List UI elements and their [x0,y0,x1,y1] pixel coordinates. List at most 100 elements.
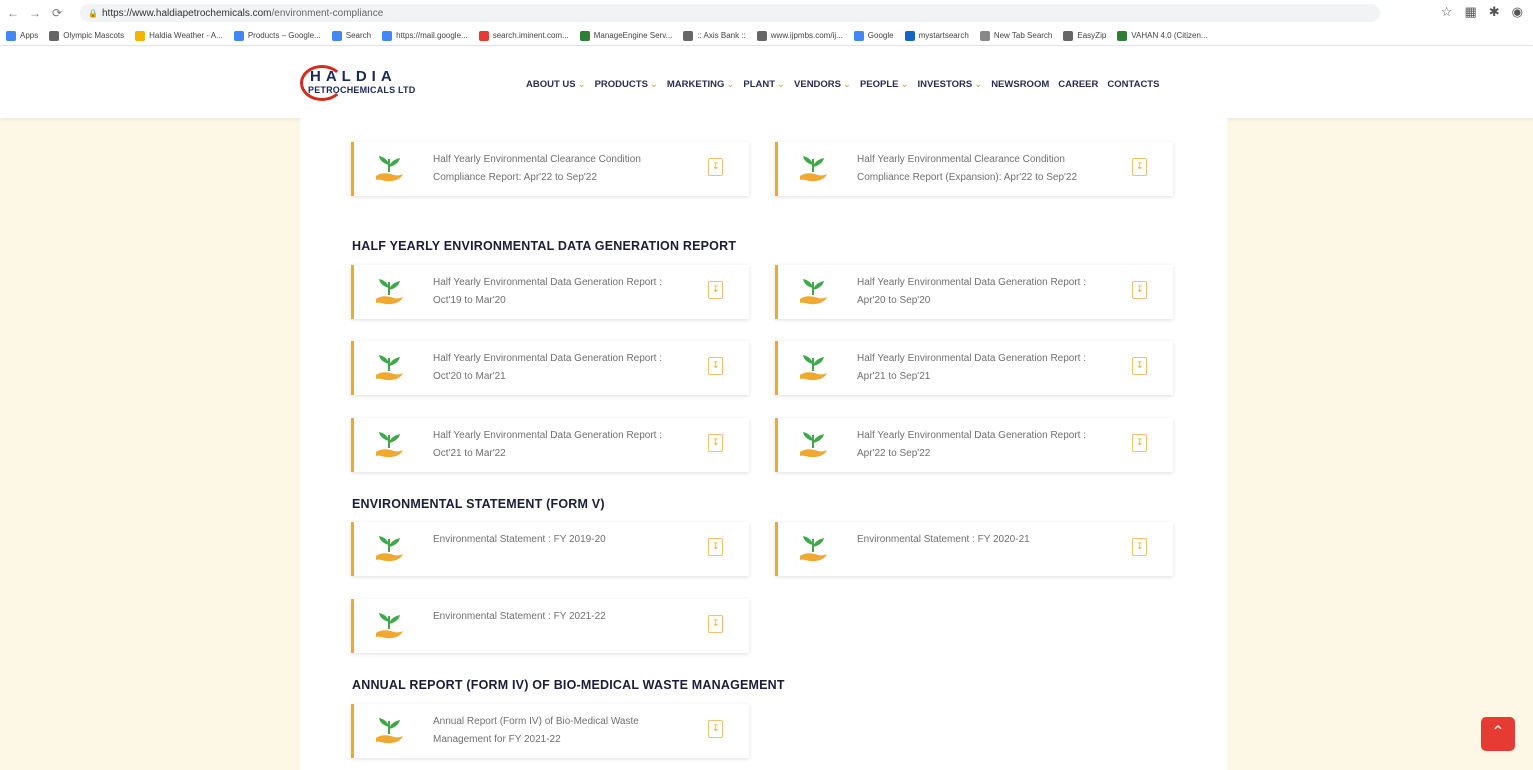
pdf-download-icon[interactable]: ↧ [708,281,723,299]
bookmark-item[interactable]: Apps [6,30,38,41]
forward-icon[interactable]: → [26,6,44,20]
bookmark-favicon-icon [579,30,590,41]
nav-item-plant[interactable]: PLANT ⌄ [743,79,785,90]
plant-hand-icon [800,432,827,458]
report-card[interactable]: Environmental Statement : FY 2021-22 ↧ [351,599,749,653]
star-icon[interactable]: ☆ [1441,4,1453,20]
bookmark-label: EasyZip [1077,31,1107,40]
bookmark-item[interactable]: EasyZip [1063,30,1107,41]
section-title-statement: ENVIRONMENTAL STATEMENT (FORM V) [352,497,605,511]
report-card[interactable]: Annual Report (Form IV) of Bio-Medical W… [351,704,749,758]
nav-item-products[interactable]: PRODUCTS ⌄ [595,79,658,90]
bookmark-item[interactable]: ManageEngine Serv... [579,30,672,41]
bookmark-item[interactable]: www.ijpmbs.com/ij... [756,30,843,41]
report-card[interactable]: Half Yearly Environmental Data Generatio… [775,341,1173,395]
bookmark-label: Products – Google... [247,31,321,40]
bookmark-item[interactable]: https://mail.google... [382,30,468,41]
bookmark-label: mystartsearch [918,31,969,40]
report-card[interactable]: Half Yearly Environmental Clearance Cond… [775,142,1173,196]
bookmark-favicon-icon [331,30,342,41]
nav-item-people[interactable]: PEOPLE ⌄ [860,79,909,90]
plant-hand-icon [376,613,403,639]
report-title: Half Yearly Environmental Data Generatio… [857,277,1087,306]
bookmark-item[interactable]: Olympic Mascots [49,30,124,41]
bookmark-item[interactable]: Google [853,30,894,41]
pdf-download-icon[interactable]: ↧ [1132,434,1147,452]
bookmark-favicon-icon [756,30,767,41]
back-icon[interactable]: ← [4,6,22,20]
nav-item-label: PLANT [743,79,776,90]
nav-item-about-us[interactable]: ABOUT US ⌄ [526,79,586,90]
address-bar[interactable]: 🔒 https://www.haldiapetrochemicals.com /… [80,4,1380,22]
bookmark-favicon-icon [6,30,16,41]
lock-icon: 🔒 [88,9,98,18]
report-title: Half Yearly Environmental Data Generatio… [857,353,1087,382]
extension-icon[interactable]: ▦ [1464,4,1476,20]
pdf-download-icon[interactable]: ↧ [1132,357,1147,375]
report-card[interactable]: Half Yearly Environmental Data Generatio… [351,265,749,319]
nav-item-label: NEWSROOM [991,79,1050,90]
bookmark-label: Google [867,31,894,40]
nav-item-label: PRODUCTS [594,79,648,90]
bookmark-label: www.ijpmbs.com/ij... [770,31,843,40]
report-title: Environmental Statement : FY 2021-22 [433,611,606,622]
account-icon[interactable]: ◉ [1512,4,1523,20]
report-title: Half Yearly Environmental Clearance Cond… [433,154,641,183]
plant-hand-icon [800,536,827,562]
scroll-top-button[interactable]: ⌃ [1481,717,1515,751]
puzzle-icon[interactable]: ✱ [1489,4,1500,20]
bookmark-item[interactable]: New Tab Search [979,30,1052,41]
report-title: Half Yearly Environmental Data Generatio… [433,430,663,459]
nav-item-label: ABOUT US [526,79,576,90]
plant-hand-icon [376,279,403,305]
pdf-download-icon[interactable]: ↧ [708,158,723,176]
pdf-download-icon[interactable]: ↧ [708,538,723,556]
logo-text-haldia: HALDIA [310,68,397,85]
report-title: Half Yearly Environmental Data Generatio… [433,353,663,382]
logo-text-petrochemicals: PETROCHEMICALS LTD [308,85,416,95]
bookmark-item[interactable]: Haldia Weather - A... [135,30,223,41]
bookmark-item[interactable]: Search [331,30,371,41]
bookmark-item[interactable]: search.iminent.com... [478,30,569,41]
pdf-download-icon[interactable]: ↧ [708,720,723,738]
report-card[interactable]: Half Yearly Environmental Data Generatio… [775,265,1173,319]
report-card[interactable]: Environmental Statement : FY 2020-21 ↧ [775,522,1173,576]
report-card[interactable]: Half Yearly Environmental Data Generatio… [775,418,1173,472]
bookmark-item[interactable]: :: Axis Bank :: [683,30,746,41]
report-card[interactable]: Environmental Statement : FY 2019-20 ↧ [351,522,749,576]
bookmark-item[interactable]: Products – Google... [233,30,321,41]
reload-icon[interactable]: ⟳ [48,6,66,20]
report-title: Half Yearly Environmental Data Generatio… [857,430,1087,459]
pdf-download-icon[interactable]: ↧ [708,434,723,452]
report-card[interactable]: Half Yearly Environmental Clearance Cond… [351,142,749,196]
nav-item-newsroom[interactable]: NEWSROOM [991,79,1049,90]
nav-item-label: INVESTORS [917,79,973,90]
plant-hand-icon [376,432,403,458]
pdf-download-icon[interactable]: ↧ [1132,158,1147,176]
bookmark-label: VAHAN 4.0 (Citizen... [1131,31,1208,40]
nav-item-career[interactable]: CAREER [1058,79,1098,90]
pdf-download-icon[interactable]: ↧ [708,615,723,633]
section-title-biomedical: ANNUAL REPORT (FORM IV) OF BIO-MEDICAL W… [352,678,785,692]
nav-item-label: PEOPLE [859,79,899,90]
pdf-download-icon[interactable]: ↧ [1132,281,1147,299]
report-card[interactable]: Half Yearly Environmental Data Generatio… [351,341,749,395]
pdf-download-icon[interactable]: ↧ [708,357,723,375]
report-card[interactable]: Half Yearly Environmental Data Generatio… [351,418,749,472]
nav-item-vendors[interactable]: VENDORS ⌄ [794,79,851,90]
pdf-download-icon[interactable]: ↧ [1132,538,1147,556]
bookmark-item[interactable]: mystartsearch [904,30,969,41]
bookmark-favicon-icon [979,30,990,41]
nav-item-investors[interactable]: INVESTORS ⌄ [917,79,982,90]
plant-hand-icon [800,355,827,381]
company-logo[interactable]: HALDIA PETROCHEMICALS LTD [300,63,415,103]
plant-hand-icon [376,355,403,381]
content-panel: Half Yearly Environmental Clearance Cond… [300,118,1227,770]
chevron-down-icon: ⌄ [974,79,983,90]
bookmark-label: Haldia Weather - A... [149,31,223,40]
nav-item-marketing[interactable]: MARKETING ⌄ [667,79,735,90]
bookmark-item[interactable]: VAHAN 4.0 (Citizen... [1117,30,1208,41]
bookmark-label: :: Axis Bank :: [697,31,746,40]
nav-item-contacts[interactable]: CONTACTS [1107,79,1159,90]
bookmark-favicon-icon [683,30,694,41]
